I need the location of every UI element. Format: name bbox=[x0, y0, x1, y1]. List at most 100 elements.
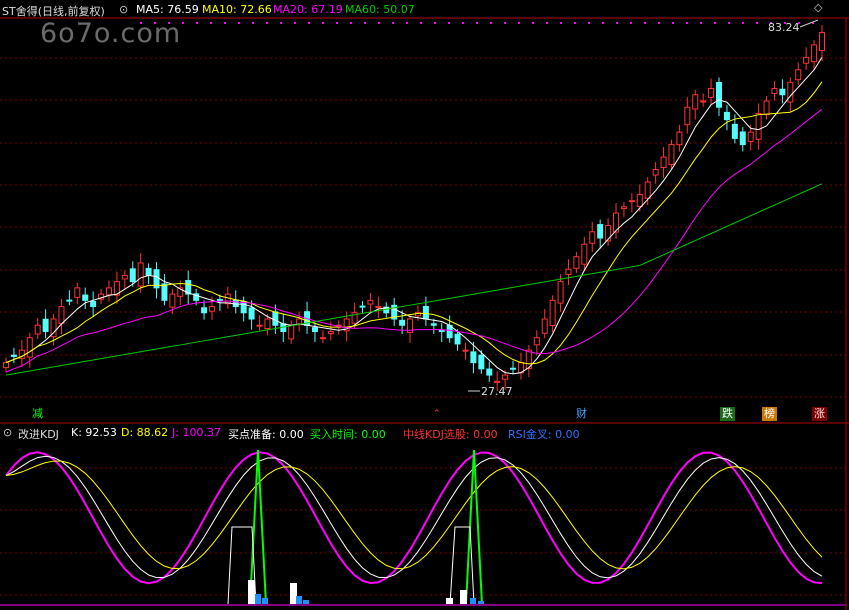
candle-body bbox=[454, 333, 461, 345]
volume-bar-blue bbox=[303, 600, 309, 604]
k-line bbox=[5, 455, 823, 579]
candle-body bbox=[462, 349, 469, 352]
candle-body bbox=[589, 231, 596, 244]
ma20-line bbox=[5, 108, 823, 373]
candle-body bbox=[628, 200, 635, 203]
candle-body bbox=[311, 327, 318, 332]
candle-body bbox=[90, 300, 97, 308]
candle-body bbox=[422, 305, 429, 320]
signal-dot bbox=[350, 22, 352, 24]
marker-zhang[interactable]: 涨 bbox=[812, 407, 827, 421]
rsi-cross-value: RSI金叉: 0.00 bbox=[508, 428, 580, 441]
signal-dot bbox=[644, 22, 646, 24]
watermark: 6o7o.com bbox=[40, 18, 182, 49]
candle-body bbox=[288, 324, 295, 340]
circle-chevron-down-icon[interactable]: ⊙ bbox=[3, 426, 12, 439]
signal-dot bbox=[700, 22, 702, 24]
candle-body bbox=[66, 299, 73, 302]
triangle-up-icon[interactable]: ⌃ bbox=[433, 409, 441, 419]
signal-dot bbox=[476, 22, 478, 24]
ma10-value: MA10: 72.66 bbox=[202, 3, 272, 16]
signal-dot bbox=[672, 22, 674, 24]
candle-body bbox=[438, 329, 445, 332]
signal-dot bbox=[630, 22, 632, 24]
main-header: ST舍得(日线,前复权) ⊙ MA5: 76.59 MA10: 72.66 MA… bbox=[0, 0, 849, 18]
signal-dot bbox=[574, 22, 576, 24]
signal-dot bbox=[322, 22, 324, 24]
candle-body bbox=[620, 206, 627, 210]
signal-dot bbox=[616, 22, 618, 24]
buy-time-value: 买入时间: 0.00 bbox=[310, 428, 386, 441]
candle-body bbox=[34, 324, 41, 335]
ma5-line bbox=[5, 57, 823, 375]
candle-body bbox=[597, 224, 604, 239]
candle-body bbox=[105, 287, 112, 296]
signal-dot bbox=[714, 22, 716, 24]
candle-body bbox=[557, 281, 564, 304]
signal-dot bbox=[266, 22, 268, 24]
kdj-indicator-plot[interactable] bbox=[0, 449, 846, 606]
candle-body bbox=[58, 306, 65, 325]
candlestick-series[interactable] bbox=[3, 24, 825, 392]
candle-body bbox=[803, 56, 810, 64]
candle-body bbox=[811, 44, 818, 63]
candle-body bbox=[137, 262, 144, 287]
candle-body bbox=[723, 111, 730, 121]
signal-dot bbox=[490, 22, 492, 24]
candle-body bbox=[660, 156, 667, 169]
candle-body bbox=[161, 283, 168, 301]
candle-body bbox=[319, 337, 326, 340]
marker-jian[interactable]: 减 bbox=[30, 407, 45, 421]
low-price-label: 27.47 bbox=[481, 385, 513, 398]
candle-body bbox=[430, 323, 437, 326]
signal-dot bbox=[196, 22, 198, 24]
signal-dot bbox=[336, 22, 338, 24]
signal-dot bbox=[420, 22, 422, 24]
d-line bbox=[5, 460, 823, 570]
candle-body bbox=[264, 318, 271, 329]
ma20-value: MA20: 67.19 bbox=[273, 3, 343, 16]
candle-body bbox=[541, 318, 548, 334]
indicator-name[interactable]: 改进KDJ bbox=[18, 426, 59, 442]
stock-title[interactable]: ST舍得(日线,前复权) bbox=[2, 3, 105, 19]
candle-body bbox=[676, 131, 683, 146]
signal-dot bbox=[658, 22, 660, 24]
chart-stage bbox=[0, 17, 849, 610]
buy-prep-value: 买点准备: 0.00 bbox=[228, 428, 304, 441]
circle-chevron-down-icon[interactable]: ⊙ bbox=[119, 3, 128, 16]
candle-body bbox=[668, 144, 675, 165]
signal-dot bbox=[532, 22, 534, 24]
signal-dot bbox=[518, 22, 520, 24]
signal-dot bbox=[406, 22, 408, 24]
candle-body bbox=[731, 123, 738, 139]
d-value: D: 88.62 bbox=[121, 426, 169, 439]
signal-dot bbox=[756, 22, 758, 24]
candle-body bbox=[795, 69, 802, 81]
signal-dot bbox=[434, 22, 436, 24]
candle-body bbox=[121, 274, 128, 280]
candle-body bbox=[375, 306, 382, 309]
marker-die[interactable]: 跌 bbox=[720, 407, 735, 421]
signal-dot bbox=[308, 22, 310, 24]
candle-body bbox=[573, 256, 580, 269]
signal-dot bbox=[280, 22, 282, 24]
candle-body bbox=[747, 131, 754, 143]
volume-bar-white bbox=[446, 598, 453, 604]
signal-dot bbox=[238, 22, 240, 24]
signal-dot bbox=[364, 22, 366, 24]
ma10-line bbox=[5, 81, 823, 365]
signal-dot bbox=[224, 22, 226, 24]
marker-bang[interactable]: 榜 bbox=[762, 407, 777, 421]
candle-body bbox=[716, 81, 723, 108]
candle-body bbox=[42, 318, 49, 332]
candle-body bbox=[248, 307, 255, 320]
volume-bar-white bbox=[290, 583, 297, 604]
marker-cai[interactable]: 财 bbox=[574, 407, 589, 421]
candle-body bbox=[494, 380, 501, 383]
signal-dot bbox=[546, 22, 548, 24]
candle-body bbox=[359, 305, 366, 308]
signal-dot bbox=[182, 22, 184, 24]
diamond-icon[interactable]: ◇ bbox=[814, 1, 822, 14]
signal-dot bbox=[588, 22, 590, 24]
signal-dot bbox=[378, 22, 380, 24]
